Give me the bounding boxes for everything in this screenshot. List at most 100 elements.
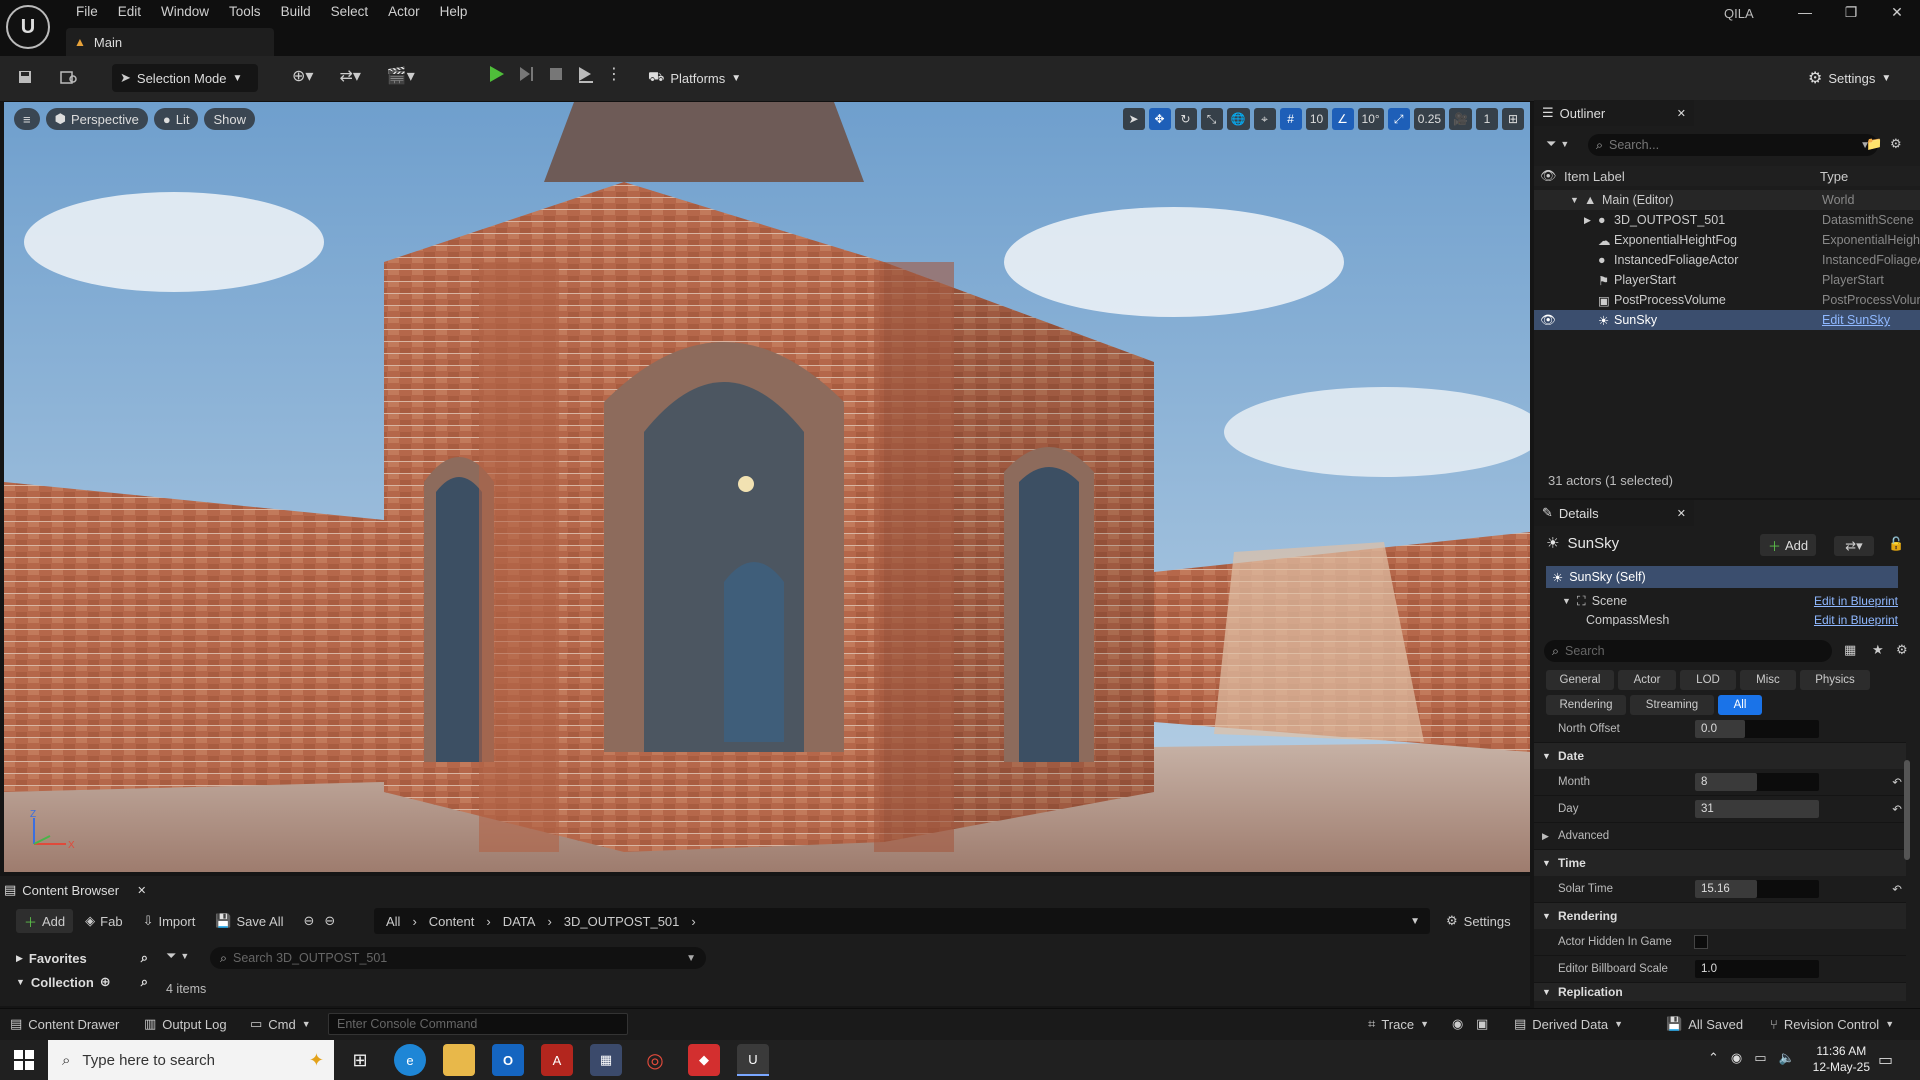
breadcrumb-item[interactable]: Content <box>429 914 475 929</box>
windows-start-icon[interactable] <box>14 1050 34 1070</box>
play-icon[interactable] <box>486 64 506 84</box>
gear-icon[interactable]: ⚙ <box>1896 642 1908 658</box>
reset-icon[interactable]: ↶ <box>1892 775 1902 789</box>
north-offset-input[interactable]: 0.0 <box>1695 720 1819 738</box>
acrobat-icon[interactable]: A <box>541 1044 573 1076</box>
sketchup-icon[interactable]: ◆ <box>688 1044 720 1076</box>
search-icon[interactable]: ⌕ <box>141 950 148 966</box>
add-collection-icon[interactable]: ⊕ <box>100 974 111 990</box>
menu-help[interactable]: Help <box>430 2 478 22</box>
breadcrumb-item[interactable]: 3D_OUTPOST_501 <box>564 914 680 929</box>
add-folder-icon[interactable]: 📁 <box>1866 136 1882 152</box>
outliner-row[interactable]: ☁ ExponentialHeightFog ExponentialHeight… <box>1534 230 1920 250</box>
filter-rendering[interactable]: Rendering <box>1546 695 1626 715</box>
minimize-icon[interactable]: — <box>1782 0 1828 24</box>
surface-snap-icon[interactable]: ⌖ <box>1253 108 1276 130</box>
settings-button[interactable]: ⚙ Settings ▼ <box>1808 64 1891 92</box>
menu-file[interactable]: File <box>66 2 108 22</box>
outliner-row[interactable]: ⚑ PlayerStart PlayerStart <box>1534 270 1920 290</box>
show-button[interactable]: Show <box>204 108 255 130</box>
level-viewport[interactable]: ≡ ⬢ Perspective ● Lit Show ➤ ✥ ↻ ⤡ 🌐 ⌖ #… <box>4 102 1530 872</box>
rendering-section-header[interactable]: ▼ Rendering <box>1534 903 1906 929</box>
chrome-icon[interactable]: ◎ <box>639 1044 671 1076</box>
calculator-icon[interactable]: ▦ <box>590 1044 622 1076</box>
unreal-engine-taskbar-icon[interactable]: U <box>737 1044 769 1076</box>
content-drawer-button[interactable]: ▤ Content Drawer <box>10 1014 119 1034</box>
component-row[interactable]: ▼ ⛶ Scene Edit in Blueprint <box>1546 590 1898 612</box>
stop-icon[interactable] <box>546 64 566 84</box>
file-explorer-icon[interactable] <box>443 1044 475 1076</box>
save-all-button[interactable]: 💾 Save All <box>207 909 291 933</box>
step-icon[interactable] <box>516 64 536 84</box>
cinematics-icon[interactable]: 🎬▾ <box>387 66 415 86</box>
star-icon[interactable]: ★ <box>1872 642 1884 658</box>
more-options-icon[interactable]: ⋮ <box>606 64 622 84</box>
reset-icon[interactable]: ↶ <box>1892 882 1902 896</box>
details-search-input[interactable]: ⌕ Search <box>1544 640 1832 662</box>
date-section-header[interactable]: ▼ Date <box>1534 743 1906 769</box>
menu-build[interactable]: Build <box>271 2 321 22</box>
record-icon[interactable]: ◉ <box>1452 1014 1463 1034</box>
edit-in-blueprint-link[interactable]: Edit in Blueprint <box>1814 594 1898 608</box>
visibility-icon[interactable]: 👁 <box>1540 168 1557 184</box>
layout-icon[interactable]: ⊞ <box>1502 108 1524 130</box>
outliner-row[interactable]: ▶ ● 3D_OUTPOST_501 DatasmithScene <box>1534 210 1920 230</box>
menu-select[interactable]: Select <box>321 2 379 22</box>
unreal-logo-icon[interactable]: U <box>6 5 50 49</box>
blueprint-icon[interactable]: ⇄▾ <box>339 66 360 86</box>
add-button[interactable]: ＋ Add <box>16 909 74 933</box>
task-view-icon[interactable]: ⊞ <box>344 1044 376 1076</box>
content-browser-tab[interactable]: ▤ Content Browser ✕ <box>4 878 146 902</box>
fab-button[interactable]: ◈ Fab <box>77 909 130 933</box>
viewport-menu-icon[interactable]: ≡ <box>14 108 40 130</box>
network-icon[interactable]: ▭ <box>1754 1050 1766 1066</box>
details-scrollbar[interactable] <box>1904 760 1910 860</box>
grid-snap-icon[interactable]: # <box>1279 108 1302 130</box>
camera-icon[interactable]: ◉ <box>1731 1050 1742 1066</box>
path-dropdown-icon[interactable]: ▼ <box>1410 916 1420 927</box>
menu-actor[interactable]: Actor <box>378 2 430 22</box>
taskbar-clock[interactable]: 11:36 AM 12-May-25 <box>1813 1043 1870 1075</box>
scale-tool-icon[interactable]: ⤡ <box>1200 108 1223 130</box>
restore-icon[interactable]: ❐ <box>1828 0 1874 24</box>
menu-window[interactable]: Window <box>151 2 219 22</box>
gear-icon[interactable]: ⚙ <box>1890 136 1902 152</box>
blueprint-options-icon[interactable]: ⇄▾ <box>1834 536 1874 556</box>
translate-tool-icon[interactable]: ✥ <box>1148 108 1171 130</box>
lock-icon[interactable]: 🔓 <box>1888 536 1904 552</box>
eject-icon[interactable] <box>576 64 596 84</box>
filter-general[interactable]: General <box>1546 670 1614 690</box>
month-input[interactable]: 8 <box>1695 773 1819 791</box>
volume-icon[interactable]: 🔈 <box>1779 1050 1795 1066</box>
close-icon[interactable]: ✕ <box>1677 107 1686 120</box>
outlook-icon[interactable]: O <box>492 1044 524 1076</box>
visibility-icon[interactable]: 👁 <box>1540 313 1556 328</box>
filter-actor[interactable]: Actor <box>1618 670 1676 690</box>
cmd-dropdown[interactable]: ▭ Cmd ▼ <box>250 1014 311 1034</box>
camera-speed-icon[interactable]: 🎥 <box>1449 108 1472 130</box>
content-browser-settings-button[interactable]: ⚙ Settings <box>1446 908 1511 934</box>
screenshot-icon[interactable]: ▣ <box>1476 1014 1488 1034</box>
outliner-search-input[interactable]: ⌕ Search... ▼ <box>1588 134 1878 156</box>
scale-snap-icon[interactable]: ⤢ <box>1387 108 1410 130</box>
billboard-scale-input[interactable]: 1.0 <box>1695 960 1819 978</box>
chevron-up-icon[interactable]: ⌃ <box>1708 1050 1719 1066</box>
expand-icon[interactable]: ▼ <box>1570 195 1579 205</box>
outliner-row[interactable]: ▼ ▲ Main (Editor) World <box>1534 190 1920 210</box>
lit-button[interactable]: ● Lit <box>153 108 199 130</box>
menu-tools[interactable]: Tools <box>219 2 271 22</box>
search-icon[interactable]: ⌕ <box>141 974 148 990</box>
day-input[interactable]: 31 <box>1695 800 1819 818</box>
perspective-button[interactable]: ⬢ Perspective <box>45 108 148 130</box>
world-space-icon[interactable]: 🌐 <box>1226 108 1250 130</box>
selection-mode-dropdown[interactable]: ➤ Selection Mode ▼ <box>112 64 258 92</box>
select-tool-icon[interactable]: ➤ <box>1122 108 1145 130</box>
content-search-input[interactable]: ⌕ Search 3D_OUTPOST_501 ▼ <box>210 947 706 969</box>
level-tab[interactable]: ▲ Main <box>66 28 274 56</box>
content-filter-button[interactable]: ⏷ ▼ <box>166 948 189 964</box>
camera-speed-value[interactable]: 1 <box>1476 108 1498 130</box>
breadcrumb-item[interactable]: All <box>386 914 400 929</box>
collections-header[interactable]: ▼ Collection ⊕ ⌕ <box>8 970 148 994</box>
breadcrumb-item[interactable]: DATA <box>503 914 536 929</box>
grid-snap-value[interactable]: 10 <box>1305 108 1328 130</box>
